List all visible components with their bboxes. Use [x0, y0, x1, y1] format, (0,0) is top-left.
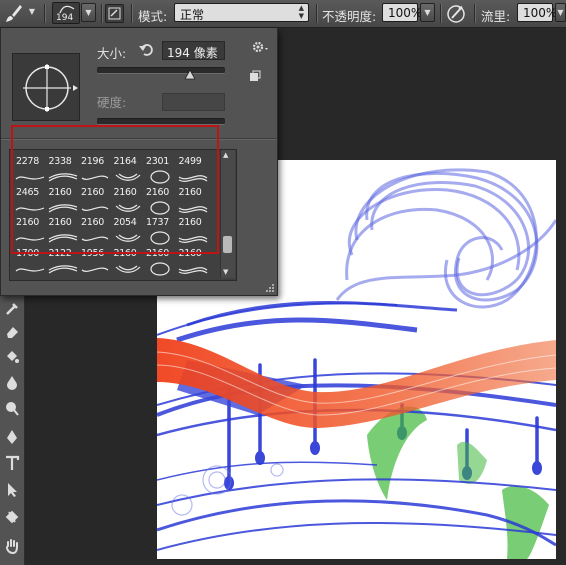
brush-preset-picker-button[interactable]: 194 [52, 2, 80, 24]
mode-select-value: 正常 [180, 8, 205, 22]
size-input-value: 194 像素 [167, 46, 218, 60]
opacity-dropdown-arrow[interactable]: ▼ [420, 3, 435, 22]
brush-stroke-thumbnail [115, 265, 140, 273]
type-tool-icon[interactable] [0, 452, 24, 474]
scrollbar-thumb[interactable] [223, 236, 232, 253]
pen-icon[interactable] [0, 426, 24, 448]
brush-tip-crosshair-icon [23, 64, 78, 112]
brush-size-value: 194 [56, 13, 74, 23]
mode-select[interactable]: 正常 ▲ ▼ [174, 3, 309, 22]
size-slider[interactable] [97, 67, 225, 74]
brush-tool-icon[interactable] [5, 4, 23, 23]
paint-bucket-icon[interactable] [0, 346, 24, 368]
opacity-input[interactable]: 100% [382, 3, 422, 22]
eraser-icon[interactable] [0, 320, 24, 342]
size-slider-thumb[interactable] [184, 69, 197, 80]
hardness-input [162, 93, 225, 111]
hardness-label: 硬度: [97, 95, 127, 110]
flow-label: 流里: [481, 9, 511, 24]
brush-stroke-thumbnail [15, 267, 45, 272]
spot-healing-icon[interactable] [0, 298, 24, 320]
brush-tip-preview[interactable] [12, 53, 80, 121]
tool-preset-dropdown[interactable]: ▼ [26, 3, 38, 22]
scroll-up-arrow[interactable]: ▲ [223, 151, 228, 159]
brush-stroke-thumbnail [48, 264, 77, 274]
scroll-down-arrow[interactable]: ▼ [223, 268, 228, 276]
new-preset-icon[interactable] [249, 70, 261, 82]
size-label: 大小: [97, 46, 127, 61]
brush-panel-toggle-icon[interactable] [105, 4, 124, 23]
hand-tool-icon[interactable] [0, 535, 24, 557]
brush-stroke-thumbnail [150, 261, 170, 276]
brush-picker-dropdown-arrow[interactable]: ▼ [81, 3, 96, 22]
mode-label: 模式: [138, 9, 168, 24]
path-selection-icon[interactable] [0, 479, 24, 501]
gear-icon[interactable] [251, 40, 271, 56]
tablet-pressure-opacity-icon[interactable] [446, 3, 467, 24]
flow-dropdown-arrow[interactable]: ▼ [555, 3, 566, 22]
panel-resize-grip[interactable] [265, 282, 275, 292]
custom-shape-icon[interactable] [0, 506, 24, 528]
opacity-input-value: 100% [388, 6, 423, 20]
flow-input-value: 100% [523, 6, 558, 20]
blur-drop-icon[interactable] [0, 371, 24, 393]
dodge-icon[interactable] [0, 398, 24, 420]
brush-stroke-thumbnail [81, 267, 109, 272]
select-updown-icon: ▲ ▼ [298, 4, 304, 20]
hardness-slider [97, 118, 225, 125]
brush-list-scrollbar[interactable]: ▲ ▼ [220, 150, 235, 278]
opacity-label: 不透明度: [322, 9, 377, 24]
size-input[interactable]: 194 像素 [162, 41, 225, 60]
options-bar: ▼ 194 ▼ 模式: 正常 ▲ ▼ 不透明度: 100% ▼ 流里: 100% … [0, 0, 566, 28]
flow-input[interactable]: 100% [517, 3, 557, 22]
reset-size-icon[interactable] [138, 42, 154, 58]
brush-selection-highlight [11, 125, 219, 254]
brush-stroke-thumbnail [178, 266, 207, 274]
